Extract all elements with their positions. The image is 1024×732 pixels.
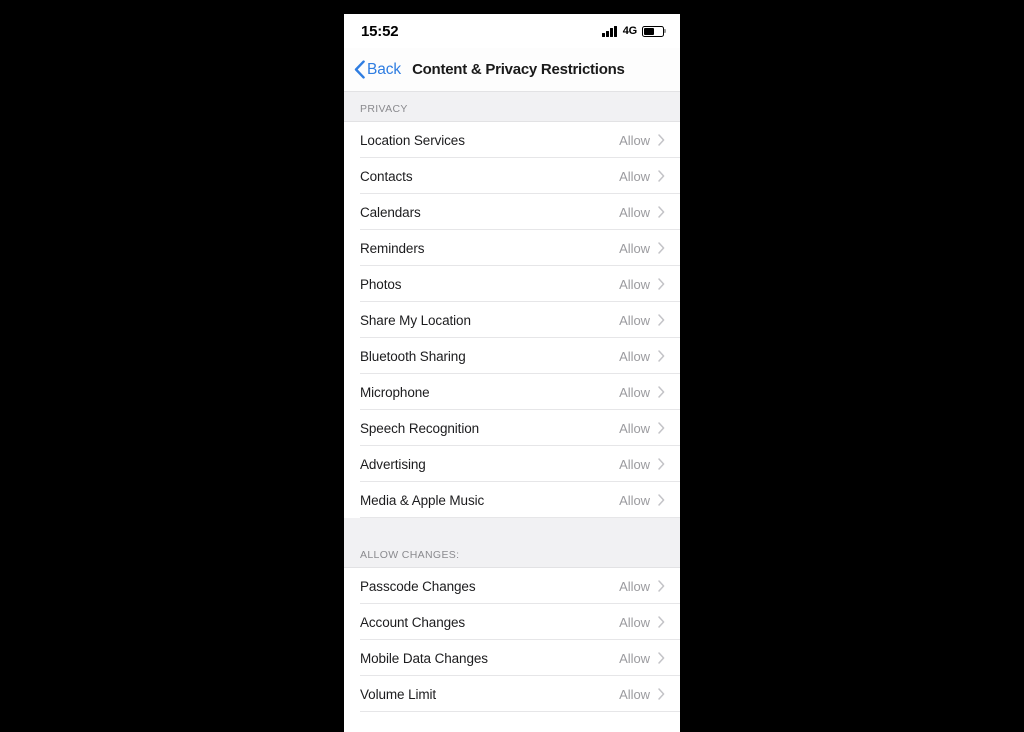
table-row[interactable]: Advertising Allow	[344, 446, 680, 482]
row-value: Allow	[619, 204, 650, 220]
row-value: Allow	[619, 240, 650, 256]
row-label: Share My Location	[360, 312, 471, 328]
chevron-right-icon	[658, 458, 665, 470]
row-label: Mobile Data Changes	[360, 650, 488, 666]
battery-icon	[642, 25, 666, 37]
row-value: Allow	[619, 578, 650, 594]
chevron-right-icon	[658, 170, 665, 182]
chevron-right-icon	[658, 314, 665, 326]
table-row[interactable]: Reminders Allow	[344, 230, 680, 266]
row-label: Microphone	[360, 384, 430, 400]
chevron-right-icon	[658, 350, 665, 362]
table-row[interactable]: Speech Recognition Allow	[344, 410, 680, 446]
table-row[interactable]: Share My Location Allow	[344, 302, 680, 338]
table-row[interactable]: Passcode Changes Allow	[344, 568, 680, 604]
page-title: Content & Privacy Restrictions	[412, 61, 625, 78]
row-accessory: Allow	[619, 205, 665, 220]
row-accessory: Allow	[619, 457, 665, 472]
table-row[interactable]: Calendars Allow	[344, 194, 680, 230]
row-value: Allow	[619, 312, 650, 328]
row-value: Allow	[619, 384, 650, 400]
row-label: Account Changes	[360, 614, 466, 630]
signal-bars-icon	[602, 25, 617, 37]
chevron-right-icon	[658, 386, 665, 398]
row-label: Contacts	[360, 168, 413, 184]
network-type-label: 4G	[622, 25, 637, 37]
row-accessory: Allow	[619, 651, 665, 666]
chevron-right-icon	[658, 580, 665, 592]
section-header-label: ALLOW CHANGES:	[360, 549, 460, 561]
row-value: Allow	[619, 132, 650, 148]
row-label: Media & Apple Music	[360, 492, 485, 508]
section-header-label: PRIVACY	[360, 103, 408, 115]
table-row[interactable]: Mobile Data Changes Allow	[344, 640, 680, 676]
row-accessory: Allow	[619, 615, 665, 630]
section-header-privacy: PRIVACY	[344, 92, 680, 122]
chevron-right-icon	[658, 616, 665, 628]
row-value: Allow	[619, 168, 650, 184]
chevron-right-icon	[658, 134, 665, 146]
row-label: Advertising	[360, 456, 426, 472]
row-accessory: Allow	[619, 493, 665, 508]
row-accessory: Allow	[619, 385, 665, 400]
row-value: Allow	[619, 614, 650, 630]
chevron-right-icon	[658, 206, 665, 218]
row-value: Allow	[619, 650, 650, 666]
row-accessory: Allow	[619, 133, 665, 148]
chevron-right-icon	[658, 652, 665, 664]
row-accessory: Allow	[619, 579, 665, 594]
chevron-right-icon	[658, 242, 665, 254]
chevron-right-icon	[658, 422, 665, 434]
row-label: Passcode Changes	[360, 578, 476, 594]
table-row[interactable]: Volume Limit Allow	[344, 676, 680, 712]
table-row[interactable]: Account Changes Allow	[344, 604, 680, 640]
row-label: Calendars	[360, 204, 421, 220]
row-accessory: Allow	[619, 241, 665, 256]
row-accessory: Allow	[619, 277, 665, 292]
row-label: Volume Limit	[360, 686, 437, 702]
table-row[interactable]: Photos Allow	[344, 266, 680, 302]
row-value: Allow	[619, 456, 650, 472]
status-bar: 15:52 4G	[344, 14, 680, 48]
row-accessory: Allow	[619, 313, 665, 328]
row-value: Allow	[619, 492, 650, 508]
row-label: Reminders	[360, 240, 425, 256]
navigation-bar: Back Content & Privacy Restrictions	[344, 48, 680, 92]
table-row[interactable]: Bluetooth Sharing Allow	[344, 338, 680, 374]
chevron-right-icon	[658, 688, 665, 700]
row-accessory: Allow	[619, 421, 665, 436]
row-value: Allow	[619, 348, 650, 364]
table-row[interactable]: Media & Apple Music Allow	[344, 482, 680, 518]
row-accessory: Allow	[619, 349, 665, 364]
row-value: Allow	[619, 276, 650, 292]
chevron-right-icon	[658, 494, 665, 506]
table-row[interactable]: Contacts Allow	[344, 158, 680, 194]
status-bar-time: 15:52	[361, 22, 399, 40]
table-row[interactable]: Location Services Allow	[344, 122, 680, 158]
status-bar-indicators: 4G	[602, 25, 666, 37]
chevron-right-icon	[658, 278, 665, 290]
row-accessory: Allow	[619, 169, 665, 184]
chevron-left-icon	[354, 60, 365, 79]
row-label: Bluetooth Sharing	[360, 348, 466, 364]
back-button-label: Back	[367, 60, 402, 78]
row-value: Allow	[619, 686, 650, 702]
row-label: Speech Recognition	[360, 420, 480, 436]
row-accessory: Allow	[619, 687, 665, 702]
table-row[interactable]: Microphone Allow	[344, 374, 680, 410]
row-label: Photos	[360, 276, 402, 292]
row-value: Allow	[619, 420, 650, 436]
phone-screen: 15:52 4G Back Content & Privacy Restrict…	[344, 14, 680, 732]
section-header-allow-changes: ALLOW CHANGES:	[344, 518, 680, 568]
row-label: Location Services	[360, 132, 465, 148]
back-button[interactable]: Back	[354, 60, 401, 79]
settings-list[interactable]: PRIVACY Location Services Allow Contacts…	[344, 92, 680, 712]
